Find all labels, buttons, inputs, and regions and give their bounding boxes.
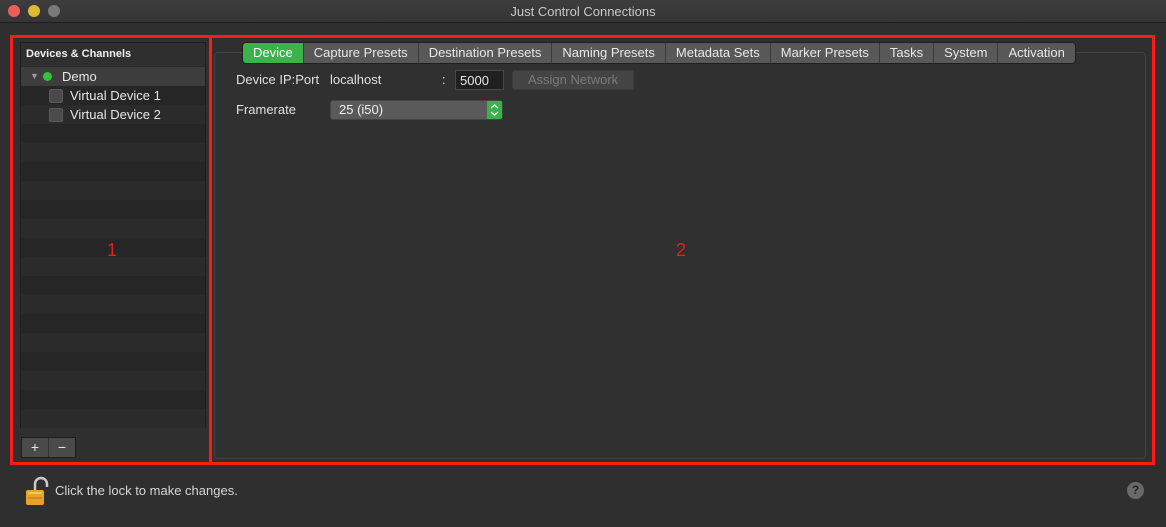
help-button[interactable]: ? [1127,482,1144,499]
lock-status-text: Click the lock to make changes. [55,483,238,498]
title-bar: Just Control Connections [0,0,1166,23]
annotation-label-right: 2 [676,240,687,260]
app-window: Just Control Connections Devices & Chann… [0,0,1166,527]
lock-icon[interactable] [25,476,49,511]
window-title: Just Control Connections [510,4,656,19]
annotation-label-left: 1 [107,240,118,260]
